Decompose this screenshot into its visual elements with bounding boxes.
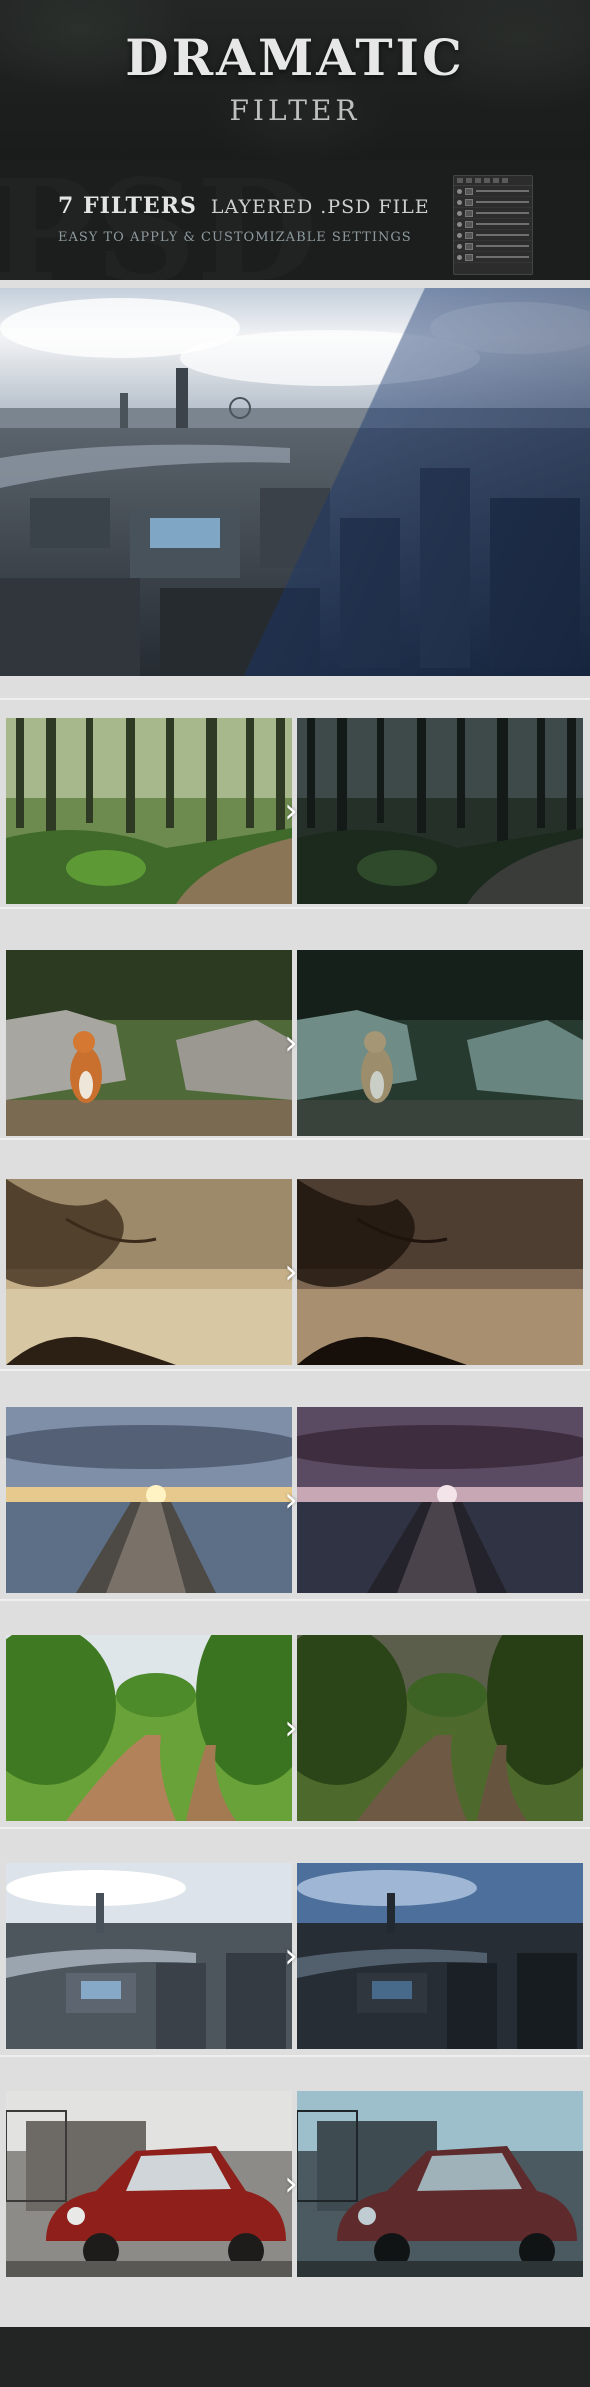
- before-image: [6, 1635, 292, 1821]
- before-image: [6, 1863, 292, 2049]
- comparison-row: ›: [0, 1407, 590, 1607]
- filter-count: 7 FILTERS: [58, 193, 197, 219]
- page-title: DRAMATIC: [125, 28, 465, 87]
- comparison-row: ›: [0, 1179, 590, 1379]
- comparison-row: ›: [0, 718, 590, 918]
- after-image: [297, 1407, 583, 1593]
- footer-bar: [0, 2327, 590, 2387]
- before-image: [6, 950, 292, 1136]
- section-divider: [0, 1369, 590, 1371]
- file-type: LAYERED .PSD FILE: [210, 196, 430, 218]
- hero-image: [0, 288, 590, 676]
- before-image: [6, 1407, 292, 1593]
- after-image: [297, 718, 583, 904]
- after-image: [297, 1863, 583, 2049]
- comparison-row: ›: [0, 950, 590, 1150]
- section-divider: [0, 2055, 590, 2057]
- after-image: [297, 2091, 583, 2277]
- tagline: EASY TO APPLY & CUSTOMIZABLE SETTINGS: [58, 230, 412, 245]
- after-image: [297, 1635, 583, 1821]
- section-divider: [0, 1138, 590, 1140]
- before-image: [6, 2091, 292, 2277]
- comparison-row: ›: [0, 2091, 590, 2291]
- section-divider: [0, 1827, 590, 1829]
- feature-line: 7 FILTERS LAYERED .PSD FILE: [58, 193, 430, 219]
- page-subtitle: FILTER: [229, 94, 361, 127]
- section-divider: [0, 698, 590, 700]
- layers-panel-icon: [453, 175, 533, 275]
- after-image: [297, 950, 583, 1136]
- hero-filter-overlay: [0, 288, 590, 676]
- watermark-decoration: PSD: [0, 160, 318, 280]
- section-divider: [0, 907, 590, 909]
- header-banner: DRAMATIC FILTER: [0, 0, 590, 160]
- after-image: [297, 1179, 583, 1365]
- section-divider: [0, 1599, 590, 1601]
- comparison-row: ›: [0, 1635, 590, 1835]
- before-image: [6, 1179, 292, 1365]
- comparison-row: ›: [0, 1863, 590, 2063]
- before-image: [6, 718, 292, 904]
